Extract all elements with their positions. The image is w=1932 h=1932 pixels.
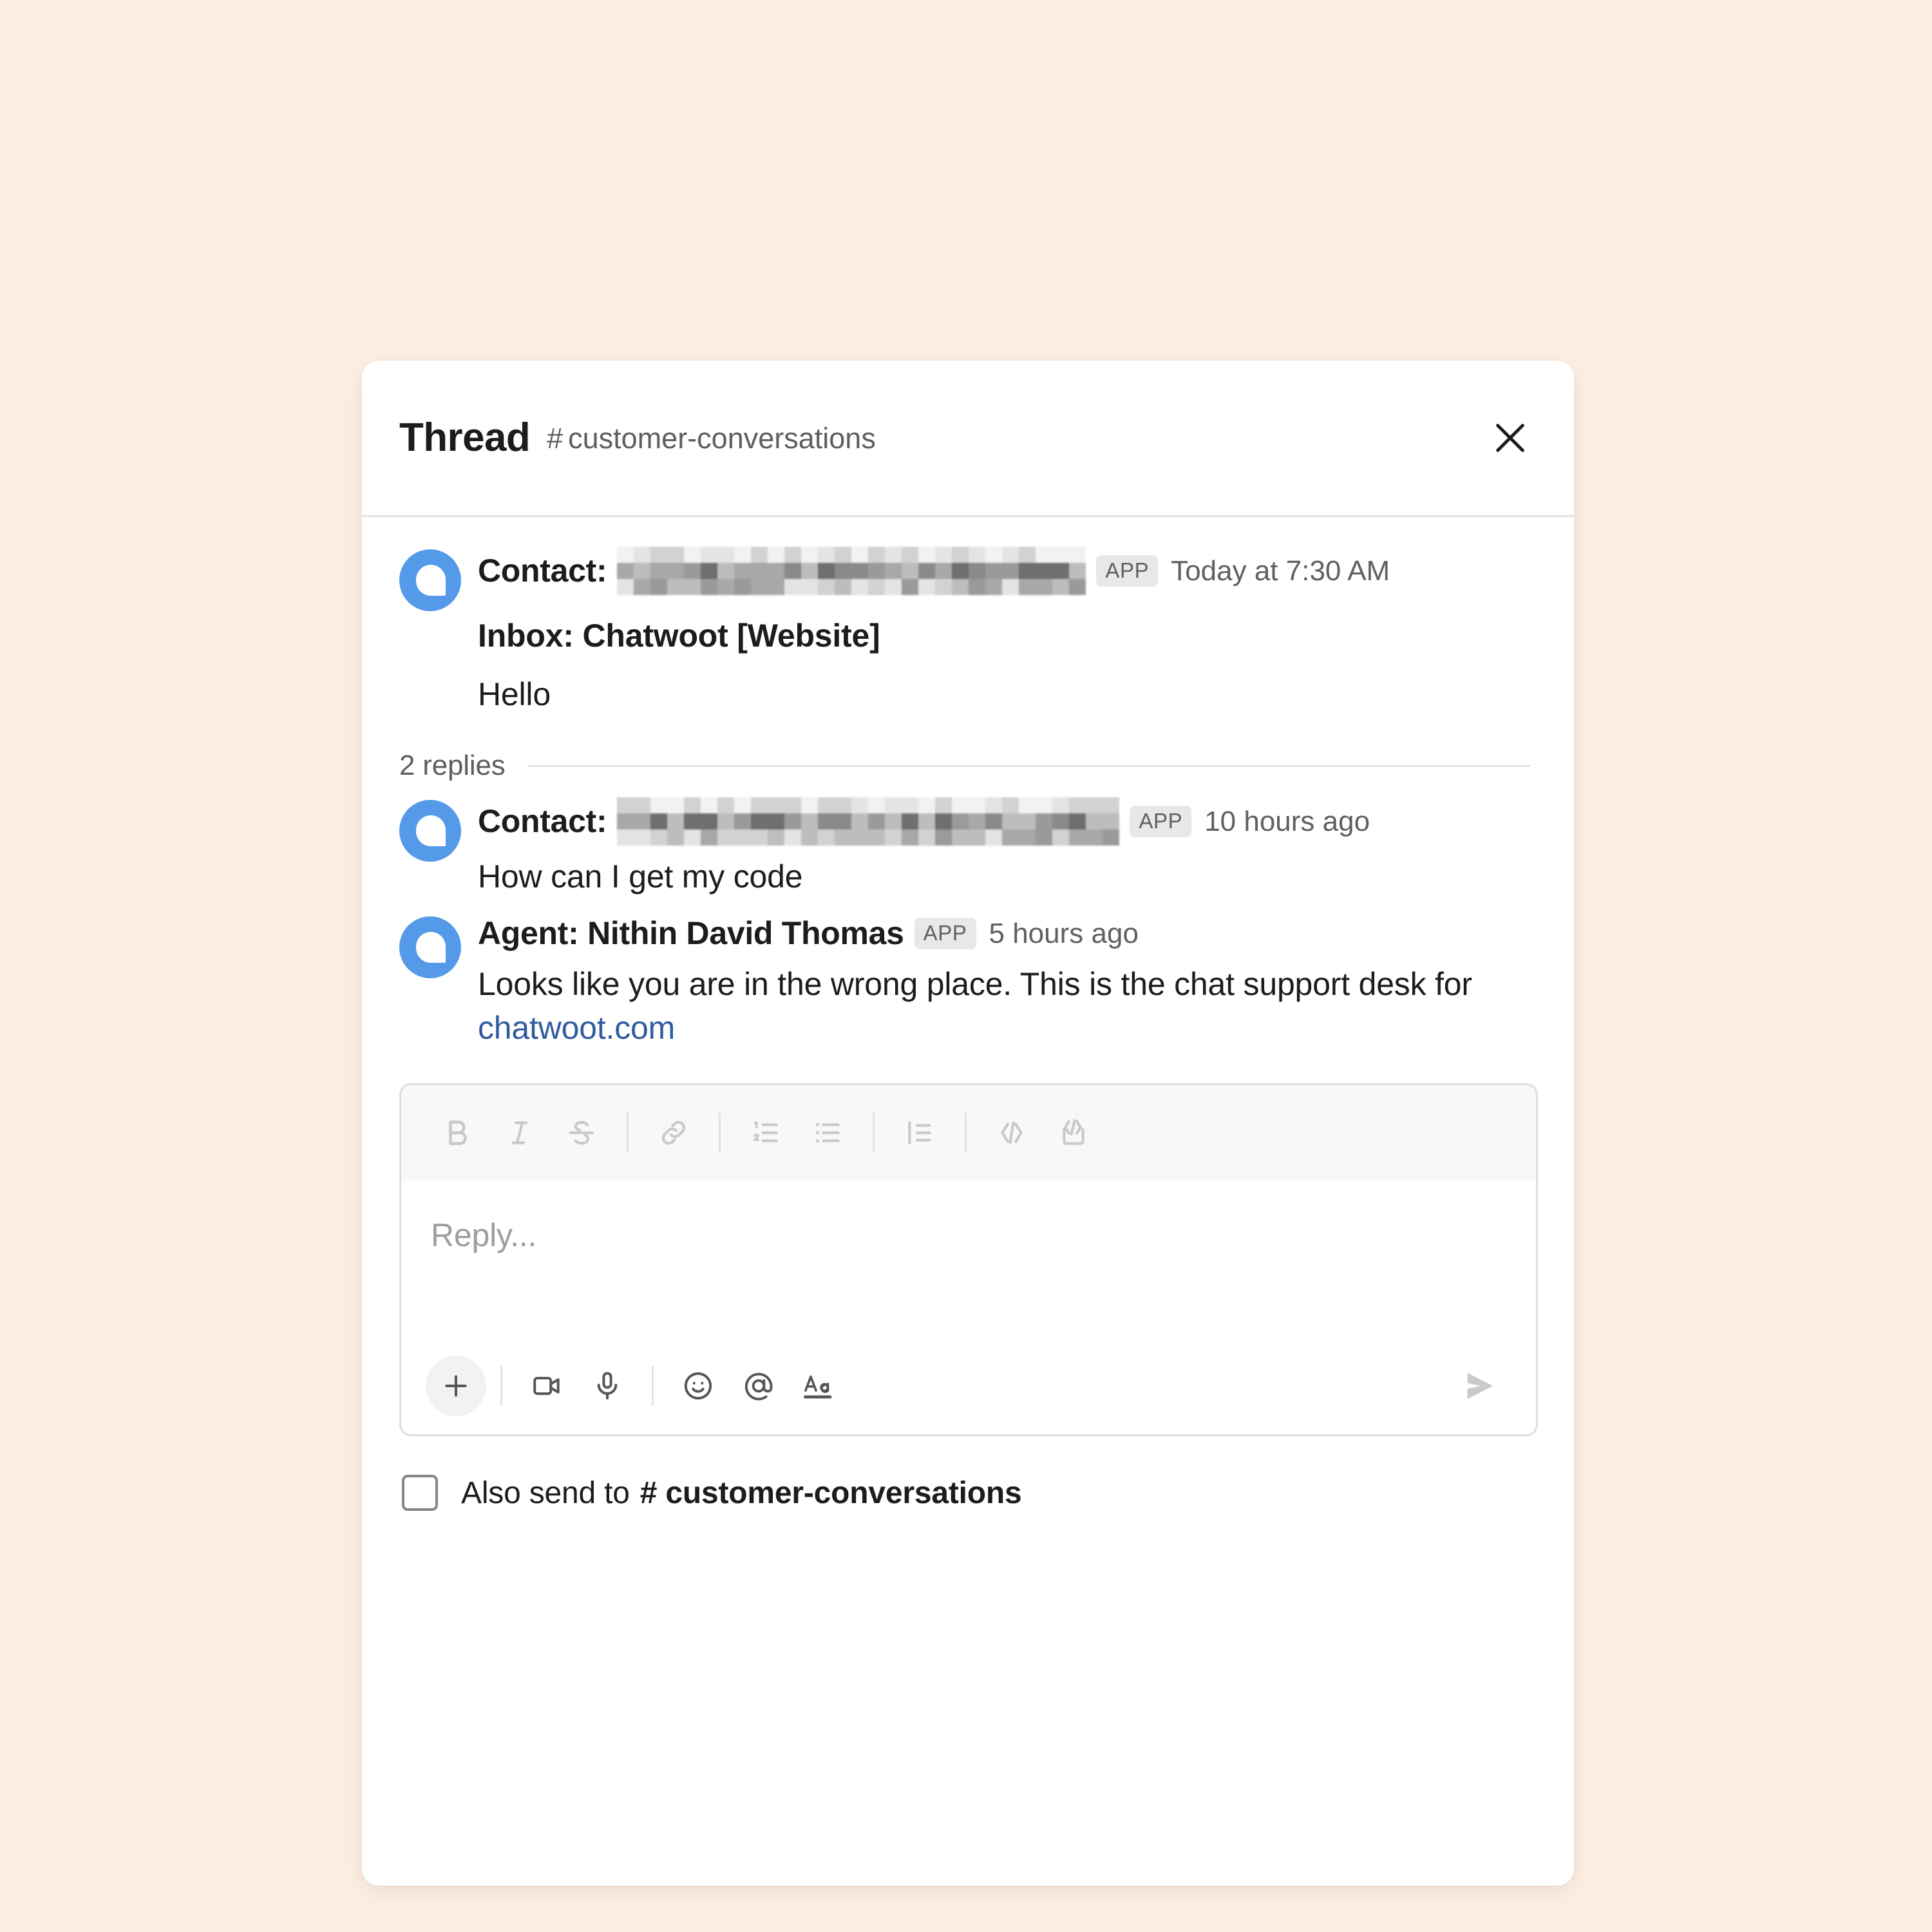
thread-panel: Thread # customer-conversations Contact:… (362, 361, 1574, 1886)
link-button[interactable] (643, 1102, 705, 1164)
sender-name[interactable]: Contact: (478, 802, 607, 841)
formatting-button[interactable] (789, 1356, 849, 1416)
code-button[interactable] (981, 1102, 1043, 1164)
message-reply-2: Agent: Nithin David Thomas APP 5 hours a… (399, 913, 1538, 1050)
message-meta: Contact: APP Today at 7:30 AM (478, 547, 1538, 595)
code-block-icon (1057, 1117, 1090, 1149)
message-meta: Agent: Nithin David Thomas APP 5 hours a… (478, 914, 1538, 953)
chatwoot-logo-avatar (399, 916, 461, 978)
message-reply-1: Contact: APP 10 hours ago How can I get … (399, 796, 1538, 898)
message-body: Agent: Nithin David Thomas APP 5 hours a… (478, 913, 1538, 1050)
italic-button[interactable] (489, 1102, 551, 1164)
bulleted-list-button[interactable] (797, 1102, 858, 1164)
replies-count-label[interactable]: 2 replies (399, 750, 506, 782)
reply-composer: Reply... (399, 1083, 1538, 1436)
message-text: Looks like you are in the wrong place. T… (478, 962, 1538, 1050)
sender-name[interactable]: Agent: Nithin David Thomas (478, 914, 904, 953)
actions-separator (652, 1366, 654, 1406)
video-icon (531, 1370, 563, 1402)
redacted-name (617, 797, 1120, 846)
actions-separator (500, 1366, 502, 1406)
bulleted-list-icon (811, 1117, 844, 1149)
toolbar-separator (965, 1113, 967, 1153)
add-attachment-button[interactable] (426, 1356, 486, 1416)
also-send-channel-name: customer-conversations (665, 1475, 1022, 1510)
message-subject: Inbox: Chatwoot [Website] (478, 618, 880, 654)
app-badge: APP (1096, 555, 1159, 587)
emoji-button[interactable] (668, 1356, 728, 1416)
message-root: Contact: APP Today at 7:30 AM Inbox: Cha… (399, 545, 1538, 716)
link-icon (658, 1117, 690, 1149)
page-root: Thread # customer-conversations Contact:… (0, 0, 1932, 1932)
message-timestamp[interactable]: 5 hours ago (989, 916, 1139, 951)
hash-icon: # (639, 1475, 658, 1510)
chatwoot-logo-avatar (399, 549, 461, 611)
send-icon (1461, 1367, 1499, 1405)
composer-wrapper: Reply... (362, 1050, 1574, 1436)
chatwoot-logo-avatar (399, 800, 461, 862)
also-send-channel[interactable]: # customer-conversations (640, 1475, 1022, 1511)
close-icon (1490, 418, 1530, 458)
formatting-icon (802, 1368, 837, 1403)
composer-toolbar (401, 1085, 1536, 1180)
sender-name[interactable]: Contact: (478, 551, 607, 591)
code-block-button[interactable] (1043, 1102, 1104, 1164)
breadcrumb-channel[interactable]: # customer-conversations (547, 424, 876, 453)
send-button[interactable] (1450, 1356, 1510, 1416)
record-audio-button[interactable] (577, 1356, 638, 1416)
message-link[interactable]: chatwoot.com (478, 1010, 675, 1046)
close-button[interactable] (1486, 414, 1534, 462)
strikethrough-button[interactable] (551, 1102, 612, 1164)
app-badge: APP (1130, 806, 1192, 837)
bold-button[interactable] (427, 1102, 489, 1164)
blockquote-button[interactable] (889, 1102, 951, 1164)
plus-icon (440, 1370, 472, 1402)
strikethrough-icon (565, 1117, 598, 1149)
message-body: Contact: APP 10 hours ago How can I get … (478, 796, 1538, 898)
code-icon (996, 1117, 1028, 1149)
also-send-row: Also send to # customer-conversations (362, 1436, 1574, 1511)
reply-placeholder: Reply... (431, 1217, 537, 1253)
mention-icon (743, 1370, 775, 1402)
message-text-body: Looks like you are in the wrong place. T… (478, 966, 1472, 1002)
ordered-list-icon (750, 1117, 782, 1149)
bold-icon (442, 1117, 474, 1149)
toolbar-separator (873, 1113, 875, 1153)
message-meta: Contact: APP 10 hours ago (478, 797, 1538, 846)
page-title: Thread (399, 415, 531, 460)
divider-line (528, 764, 1530, 767)
redacted-name (617, 547, 1086, 595)
message-list: Contact: APP Today at 7:30 AM Inbox: Cha… (362, 517, 1574, 1050)
mention-button[interactable] (728, 1356, 789, 1416)
replies-divider: 2 replies (399, 750, 1538, 782)
ordered-list-button[interactable] (735, 1102, 797, 1164)
thread-header: Thread # customer-conversations (362, 361, 1574, 517)
message-timestamp[interactable]: 10 hours ago (1204, 804, 1370, 839)
microphone-icon (591, 1370, 623, 1402)
emoji-icon (682, 1370, 714, 1402)
toolbar-separator (719, 1113, 721, 1153)
channel-name-label: customer-conversations (568, 421, 876, 455)
app-badge: APP (914, 918, 976, 949)
message-text: Hello (478, 676, 551, 712)
record-video-button[interactable] (516, 1356, 577, 1416)
reply-input[interactable]: Reply... (401, 1180, 1536, 1338)
italic-icon (504, 1117, 536, 1149)
message-body: Contact: APP Today at 7:30 AM Inbox: Cha… (478, 545, 1538, 716)
composer-actions (401, 1338, 1536, 1434)
message-timestamp[interactable]: Today at 7:30 AM (1171, 553, 1390, 589)
also-send-label: Also send to (461, 1475, 630, 1510)
message-text: How can I get my code (478, 858, 803, 895)
hash-icon: # (547, 421, 564, 455)
blockquote-icon (904, 1117, 936, 1149)
toolbar-separator (627, 1113, 629, 1153)
also-send-checkbox[interactable] (402, 1475, 438, 1511)
